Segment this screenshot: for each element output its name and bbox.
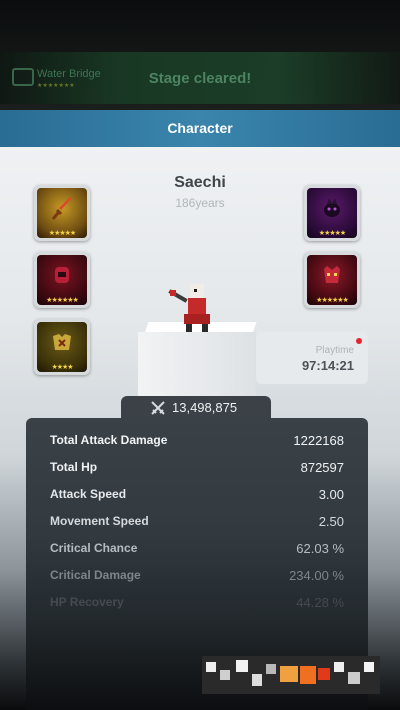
stat-value: 234.00 % [289, 568, 344, 583]
stat-label: Total Hp [50, 460, 98, 474]
character-pedestal [138, 332, 256, 400]
stat-row: HP Recovery 44.28 % [50, 595, 344, 615]
stat-label: Movement Speed [50, 514, 149, 528]
item-stars: ★★★★★ [48, 230, 76, 237]
item-stars: ★★★★ [51, 364, 73, 371]
stat-value: 872597 [300, 460, 344, 475]
stat-value: 1222168 [293, 433, 344, 448]
stat-row: Total Attack Damage 1222168 [50, 433, 344, 453]
equipment-slot-pet[interactable]: ★★★★★ [304, 185, 360, 241]
stat-label: Critical Chance [50, 541, 138, 555]
stat-row: Movement Speed 2.50 [50, 514, 344, 534]
equipment-slot-helmet[interactable]: ★★★★★★ [34, 252, 90, 308]
dark-creature-icon [324, 198, 340, 217]
stat-value: 62.03 % [296, 541, 344, 556]
stat-row: Total Hp 872597 [50, 460, 344, 480]
stat-value: 3.00 [318, 487, 344, 502]
notification-dot [356, 338, 362, 344]
stat-value: 44.28 % [296, 595, 344, 610]
combat-power-tab: 13,498,875 [121, 396, 271, 419]
helmet-icon [55, 267, 69, 283]
armor-icon [53, 334, 71, 350]
stat-label: HP Recovery [50, 595, 124, 609]
equipment-slot-accessory[interactable]: ★★★★★★ [304, 252, 360, 308]
item-stars: ★★★★★ [318, 230, 346, 237]
panel-title: Character [167, 120, 233, 136]
stat-value: 2.50 [318, 514, 344, 529]
pixelated-watermark [202, 656, 380, 694]
stat-row: Attack Speed 3.00 [50, 487, 344, 507]
playtime-value: 97:14:21 [301, 358, 354, 373]
stat-row: Critical Damage 234.00 % [50, 568, 344, 588]
stat-label: Total Attack Damage [50, 433, 168, 447]
stat-row: Critical Chance 62.03 % [50, 541, 344, 561]
crossed-swords-icon [151, 401, 165, 415]
item-stars: ★★★★★★ [316, 297, 349, 304]
equipment-slot-armor[interactable]: ★★★★ [34, 319, 90, 375]
demon-mask-icon [324, 266, 340, 283]
combat-power-value: 13,498,875 [172, 400, 238, 415]
character-panel-header: Character [0, 110, 400, 147]
sword-icon [51, 197, 72, 220]
stat-label: Attack Speed [50, 487, 127, 501]
stage-cleared-message: Stage cleared! [148, 70, 252, 87]
stat-label: Critical Damage [50, 568, 141, 582]
character-sprite[interactable] [164, 280, 224, 336]
playtime-box: Playtime 97:14:21 [256, 332, 368, 384]
item-stars: ★★★★★★ [46, 297, 79, 304]
playtime-label: Playtime [315, 345, 354, 356]
stage-cleared-banner: Water Bridge ★★★★★★★ Stage cleared! [0, 52, 400, 104]
equipment-slot-weapon[interactable]: ★★★★★ [34, 185, 90, 241]
